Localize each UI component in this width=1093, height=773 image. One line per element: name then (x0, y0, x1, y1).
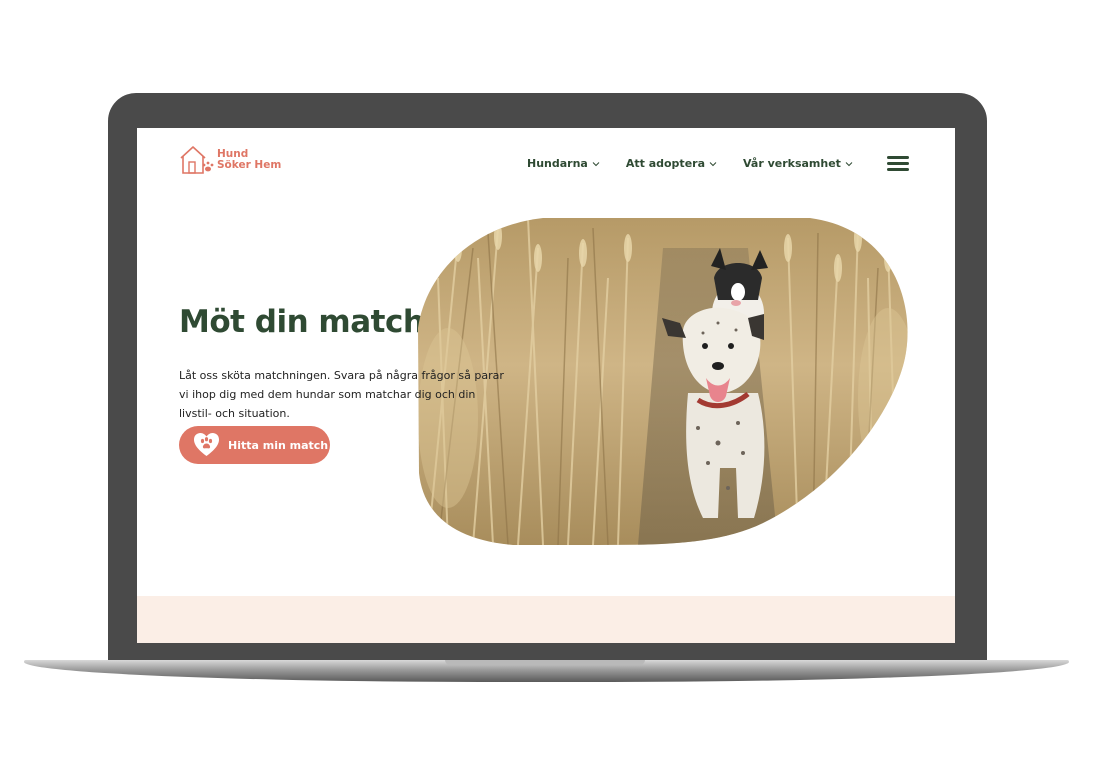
next-section-band (137, 596, 955, 643)
laptop-notch (445, 660, 645, 665)
chevron-down-icon (592, 161, 600, 166)
nav-item-label: Hundarna (527, 157, 588, 170)
chevron-down-icon (845, 161, 853, 166)
house-paw-icon (180, 146, 214, 174)
chevron-down-icon (709, 161, 717, 166)
browser-viewport: Hund Söker Hem Hundarna Att adoptera Vår… (137, 128, 955, 643)
brand-name: Hund Söker Hem (217, 149, 281, 171)
brand-name-line2: Söker Hem (217, 159, 282, 171)
find-match-button[interactable]: Hitta min match (179, 426, 330, 464)
site-logo[interactable]: Hund Söker Hem (179, 144, 281, 176)
hero-title: Möt din match (179, 304, 425, 340)
hamburger-menu-icon[interactable] (887, 156, 909, 172)
heart-paw-icon (194, 433, 219, 456)
find-match-button-label: Hitta min match (228, 438, 329, 452)
main-nav: Hundarna Att adoptera Vår verksamhet (527, 157, 853, 170)
nav-item-hundarna[interactable]: Hundarna (527, 157, 600, 170)
nav-item-label: Vår verksamhet (743, 157, 841, 170)
nav-item-att-adoptera[interactable]: Att adoptera (626, 157, 717, 170)
hero-description: Låt oss sköta matchningen. Svara på någr… (179, 369, 504, 420)
nav-item-label: Att adoptera (625, 157, 705, 170)
nav-item-var-verksamhet[interactable]: Vår verksamhet (743, 157, 853, 170)
